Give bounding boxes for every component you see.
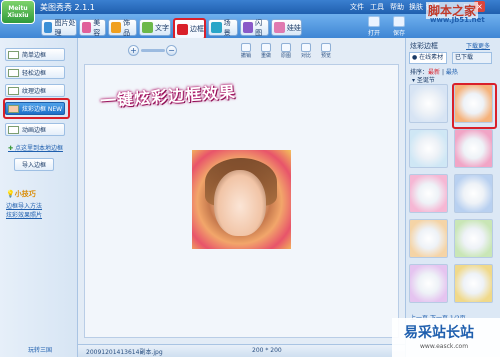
- tab-scene[interactable]: 场景: [208, 19, 238, 37]
- easy-border-button[interactable]: 轻松边框: [5, 66, 65, 79]
- tip-link-effect[interactable]: 炫彩效果照片: [6, 210, 42, 219]
- status-size: 200 * 200: [252, 347, 282, 354]
- compare-button[interactable]: 对比: [298, 43, 314, 59]
- plus-icon: ✚: [8, 145, 15, 152]
- watermark-bottom: 易采站长站: [404, 325, 474, 341]
- globe-icon: ●: [412, 54, 418, 61]
- gem-icon: [111, 22, 122, 33]
- border-thumbnail[interactable]: [409, 174, 448, 213]
- border-thumbnail[interactable]: [454, 219, 493, 258]
- menu-file[interactable]: 文件: [350, 2, 364, 12]
- watermark-bottom-url: www.easck.com: [420, 343, 469, 350]
- original-button[interactable]: 原图: [278, 43, 294, 59]
- lightbulb-icon: 💡: [6, 190, 15, 198]
- open-button[interactable]: 打开: [364, 16, 384, 38]
- border-thumbnail[interactable]: [409, 129, 448, 168]
- photo-face: [214, 170, 266, 236]
- import-border-button[interactable]: 导入边框: [14, 158, 54, 171]
- folder-icon: [368, 16, 380, 27]
- original-icon: [281, 43, 291, 52]
- border-thumbnail[interactable]: [409, 84, 448, 123]
- save-button[interactable]: 保存: [389, 16, 409, 38]
- frame-icon: [177, 23, 188, 35]
- redo-button[interactable]: 重做: [258, 43, 274, 59]
- heart-icon: [82, 22, 92, 33]
- menu-tools[interactable]: 工具: [370, 2, 384, 12]
- selected-thumbnail-highlight: [452, 83, 497, 129]
- save-icon: [393, 16, 405, 27]
- local-border-link[interactable]: ✚ 点这里到本地边框: [8, 143, 63, 152]
- animated-border-button[interactable]: 动画边框: [5, 123, 65, 136]
- colorful-border-button[interactable]: 炫彩边框 NEW: [5, 102, 65, 115]
- tips-heading: 💡小技巧: [6, 190, 36, 198]
- zoom-out-icon[interactable]: −: [166, 45, 177, 56]
- sort-hottest[interactable]: 最热: [446, 69, 458, 76]
- preview-icon: [321, 43, 331, 52]
- flash-icon: [243, 22, 254, 33]
- download-more-link[interactable]: 下载更多: [466, 41, 490, 50]
- app-logo: Meitu Xiuxiu: [1, 0, 35, 24]
- tab-online-material[interactable]: ● 在线素材: [409, 52, 447, 64]
- border-thumbnail[interactable]: [454, 264, 493, 303]
- border-thumbnail[interactable]: [454, 129, 493, 168]
- tab-flash[interactable]: 闪图: [240, 19, 269, 37]
- app-title: 美图秀秀 2.1.1: [40, 3, 95, 12]
- undo-button[interactable]: 撤销: [238, 43, 254, 59]
- doll-icon: [274, 22, 285, 33]
- material-panel-title: 炫彩边框: [410, 42, 438, 50]
- tab-downloaded[interactable]: 已下载: [452, 52, 492, 64]
- tab-doll[interactable]: 娃娃: [271, 19, 302, 36]
- tab-beauty[interactable]: 美容: [79, 19, 106, 37]
- tab-text[interactable]: 文字: [139, 19, 171, 36]
- zoom-in-icon[interactable]: +: [128, 45, 139, 56]
- tab-accessories[interactable]: 饰品: [108, 19, 137, 37]
- preview-button[interactable]: 预览: [318, 43, 334, 59]
- text-icon: [142, 22, 153, 33]
- border-thumbnail[interactable]: [454, 174, 493, 213]
- watermark-top-url: www.Jb51.net: [430, 16, 485, 24]
- footer-link[interactable]: 玩转三国: [28, 345, 52, 354]
- border-thumbnail[interactable]: [409, 219, 448, 258]
- tip-link-import[interactable]: 边框导入方法: [6, 201, 42, 210]
- tab-image-processing[interactable]: 图片处理: [41, 19, 77, 37]
- border-thumbnail[interactable]: [409, 264, 448, 303]
- simple-border-button[interactable]: 简单边框: [5, 48, 65, 61]
- compare-icon: [301, 43, 311, 52]
- status-filename: 20091201413614副本.jpg: [86, 349, 163, 356]
- category-label[interactable]: ▾ 圣诞节: [412, 75, 435, 84]
- menu-skin[interactable]: 换肤: [409, 2, 423, 12]
- scene-icon: [211, 22, 222, 33]
- image-icon: [44, 22, 53, 33]
- texture-border-button[interactable]: 纹理边框: [5, 84, 65, 97]
- redo-icon: [261, 43, 271, 52]
- tab-border[interactable]: 边框: [173, 18, 206, 40]
- undo-icon: [241, 43, 251, 52]
- menu-help[interactable]: 帮助: [390, 2, 404, 12]
- zoom-slider[interactable]: [141, 49, 165, 52]
